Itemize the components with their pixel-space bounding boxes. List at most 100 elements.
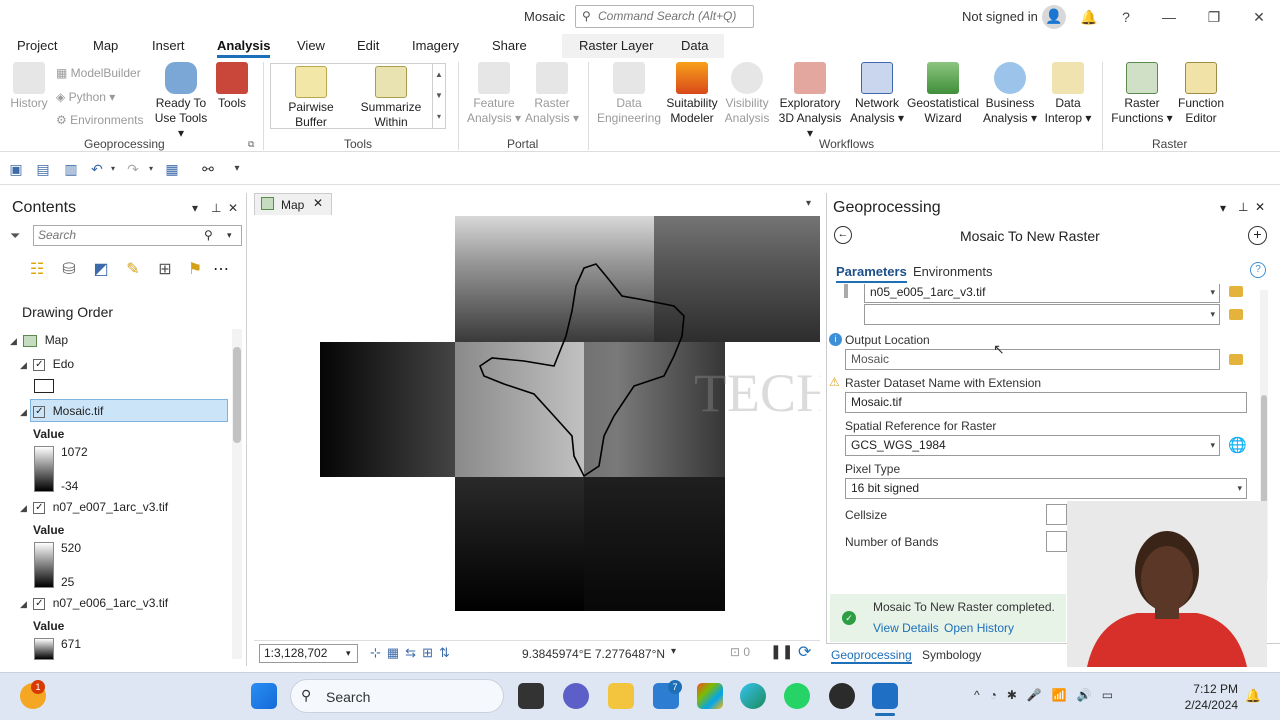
taskbar-search[interactable]: ⚲ Search bbox=[290, 679, 504, 713]
map-tabs-dropdown-icon[interactable]: ▾ bbox=[806, 198, 811, 209]
app-icon[interactable] bbox=[829, 683, 855, 709]
dropdown-icon[interactable]: ▾ bbox=[1210, 436, 1215, 455]
close-tab-icon[interactable]: ✕ bbox=[313, 196, 323, 210]
list-by-labeling-icon[interactable]: ⚑ bbox=[184, 259, 206, 281]
arcgis-pro-icon[interactable] bbox=[872, 683, 898, 709]
dropdown-icon[interactable]: ▾ bbox=[1237, 479, 1242, 498]
customize-dropdown-icon[interactable]: ▾ bbox=[228, 160, 246, 178]
modelbuilder-button[interactable]: ▦ ModelBuilder bbox=[56, 66, 141, 80]
tree-item-n07-e006[interactable]: ◢ ✓ n07_e006_1arc_v3.tif bbox=[20, 593, 168, 613]
feature-analysis-button[interactable]: Feature Analysis ▾ bbox=[466, 62, 522, 126]
polygon-symbol[interactable] bbox=[34, 379, 54, 393]
list-by-selection-icon[interactable]: ◩ bbox=[90, 259, 112, 281]
dataset-name-field[interactable]: Mosaic.tif bbox=[845, 392, 1247, 413]
pixel-type-field[interactable]: 16 bit signed ▾ bbox=[845, 478, 1247, 499]
summarize-within-button[interactable]: Summarize Within bbox=[355, 66, 427, 130]
browse-folder-icon[interactable] bbox=[1229, 354, 1243, 365]
open-project-icon[interactable]: ▤ bbox=[34, 160, 52, 178]
list-by-snapping-icon[interactable]: ⊞ bbox=[154, 259, 176, 281]
more-options-icon[interactable]: ⋯ bbox=[210, 259, 232, 281]
drag-handle[interactable] bbox=[844, 284, 848, 298]
close-pane-icon[interactable]: ✕ bbox=[1255, 200, 1265, 214]
tools-button[interactable]: Tools bbox=[214, 62, 250, 111]
tab-symbology[interactable]: Symbology bbox=[922, 648, 981, 662]
command-search[interactable]: ⚲ bbox=[575, 5, 754, 28]
tree-item-n07-e007[interactable]: ◢ ✓ n07_e007_1arc_v3.tif bbox=[20, 497, 168, 517]
contents-search[interactable]: ⚲ ▾ bbox=[33, 225, 242, 246]
geostatistical-wizard-button[interactable]: Geostatistical Wizard bbox=[906, 62, 980, 126]
network-analysis-button[interactable]: Network Analysis ▾ bbox=[848, 62, 906, 126]
help-icon[interactable]: ? bbox=[1250, 262, 1266, 278]
visibility-checkbox[interactable]: ✓ bbox=[33, 597, 46, 610]
binoculars-icon[interactable]: ⚯ bbox=[199, 160, 217, 178]
teams-chat-icon[interactable] bbox=[563, 683, 589, 709]
output-location-field[interactable]: Mosaic bbox=[845, 349, 1220, 370]
dropdown-icon[interactable]: ▾ bbox=[1210, 305, 1215, 324]
business-analysis-button[interactable]: Business Analysis ▾ bbox=[982, 62, 1038, 126]
function-editor-button[interactable]: Function Editor bbox=[1176, 62, 1226, 126]
notification-bell-icon[interactable]: 🔔 bbox=[1078, 6, 1100, 28]
number-of-bands-field[interactable] bbox=[1046, 531, 1067, 552]
tab-view[interactable]: View bbox=[297, 38, 325, 53]
save-icon[interactable]: ▥ bbox=[62, 160, 80, 178]
taskbar-clock[interactable]: 7:12 PM 2/24/2024 bbox=[1180, 681, 1238, 713]
visibility-checkbox[interactable]: ✓ bbox=[33, 501, 46, 514]
map-view-tab[interactable]: Map ✕ bbox=[254, 193, 332, 215]
list-by-source-icon[interactable]: ⛁ bbox=[58, 259, 80, 281]
view-details-link[interactable]: View Details bbox=[873, 621, 939, 635]
help-icon[interactable]: ? bbox=[1115, 6, 1137, 28]
user-avatar-icon[interactable]: 👤 bbox=[1042, 5, 1066, 29]
tab-geoprocessing[interactable]: Geoprocessing bbox=[831, 648, 912, 664]
collapse-caret-icon[interactable]: ◢ bbox=[20, 594, 30, 614]
browse-folder-icon[interactable] bbox=[1229, 286, 1243, 297]
dialog-launcher-icon[interactable]: ⧉ bbox=[248, 139, 254, 150]
tree-item-map[interactable]: ◢ Map bbox=[10, 330, 68, 350]
tab-analysis[interactable]: Analysis bbox=[217, 38, 271, 58]
tab-insert[interactable]: Insert bbox=[152, 38, 185, 53]
color-ramp[interactable] bbox=[34, 446, 54, 492]
task-view-icon[interactable] bbox=[518, 683, 544, 709]
undo-dropdown-icon[interactable]: ▾ bbox=[104, 160, 122, 178]
coords-dropdown-icon[interactable]: ▾ bbox=[671, 646, 676, 657]
system-tray-icons[interactable]: ^◔✱🎤📶🔊▭ bbox=[974, 688, 1123, 702]
filter-icon[interactable]: ⏷ bbox=[10, 228, 20, 244]
dropdown-icon[interactable]: ▾ bbox=[1210, 284, 1215, 302]
color-ramp[interactable] bbox=[34, 638, 54, 660]
tab-project[interactable]: Project bbox=[17, 38, 57, 53]
close-window-icon[interactable]: ✕ bbox=[1248, 6, 1270, 28]
gallery-scroll[interactable]: ▲ ▼ ▾ bbox=[432, 64, 445, 128]
scale-selector[interactable]: 1:3,128,702 ▾ bbox=[259, 644, 358, 663]
scrollbar-thumb[interactable] bbox=[233, 347, 241, 443]
table-options-icon[interactable]: ▦ bbox=[163, 160, 181, 178]
pane-options-icon[interactable]: ▾ bbox=[1220, 201, 1226, 215]
collapse-caret-icon[interactable]: ◢ bbox=[20, 402, 30, 422]
file-explorer-icon[interactable] bbox=[608, 683, 634, 709]
map-canvas[interactable]: TECH bbox=[254, 216, 835, 639]
tab-share[interactable]: Share bbox=[492, 38, 527, 53]
refresh-icon[interactable]: ⟳ bbox=[798, 642, 811, 662]
input-raster-field[interactable]: n05_e005_1arc_v3.tif ▾ bbox=[864, 284, 1220, 303]
search-dropdown-icon[interactable]: ▾ bbox=[227, 230, 232, 241]
environments-button[interactable]: ⚙ Environments bbox=[56, 113, 143, 127]
pairwise-buffer-button[interactable]: Pairwise Buffer bbox=[280, 66, 342, 130]
contents-search-input[interactable] bbox=[38, 228, 198, 242]
visibility-checkbox[interactable]: ✓ bbox=[33, 358, 46, 371]
scale-dropdown-icon[interactable]: ▾ bbox=[346, 645, 351, 662]
back-arrow-icon[interactable]: ← bbox=[834, 226, 852, 244]
search-icon[interactable]: ⚲ bbox=[204, 228, 213, 242]
redo-icon[interactable]: ↷ bbox=[124, 160, 142, 178]
restore-icon[interactable]: ❐ bbox=[1203, 6, 1225, 28]
pin-icon[interactable]: ⊥ bbox=[1238, 200, 1248, 214]
list-by-drawing-order-icon[interactable]: ☷ bbox=[26, 259, 48, 281]
python-button[interactable]: ◈ Python ▾ bbox=[56, 90, 115, 104]
history-button[interactable]: History bbox=[8, 62, 50, 111]
pause-drawing-icon[interactable]: ❚❚ bbox=[770, 643, 793, 660]
scrollbar-thumb[interactable] bbox=[1261, 395, 1267, 515]
visibility-checkbox[interactable]: ✓ bbox=[33, 405, 46, 418]
tab-edit[interactable]: Edit bbox=[357, 38, 379, 53]
input-raster-empty-field[interactable]: ▾ bbox=[864, 304, 1220, 325]
suitability-modeler-button[interactable]: Suitability Modeler bbox=[664, 62, 720, 126]
sign-in-status[interactable]: Not signed in bbox=[962, 9, 1038, 24]
visibility-analysis-button[interactable]: Visibility Analysis bbox=[720, 62, 774, 126]
tab-data[interactable]: Data bbox=[681, 38, 708, 53]
